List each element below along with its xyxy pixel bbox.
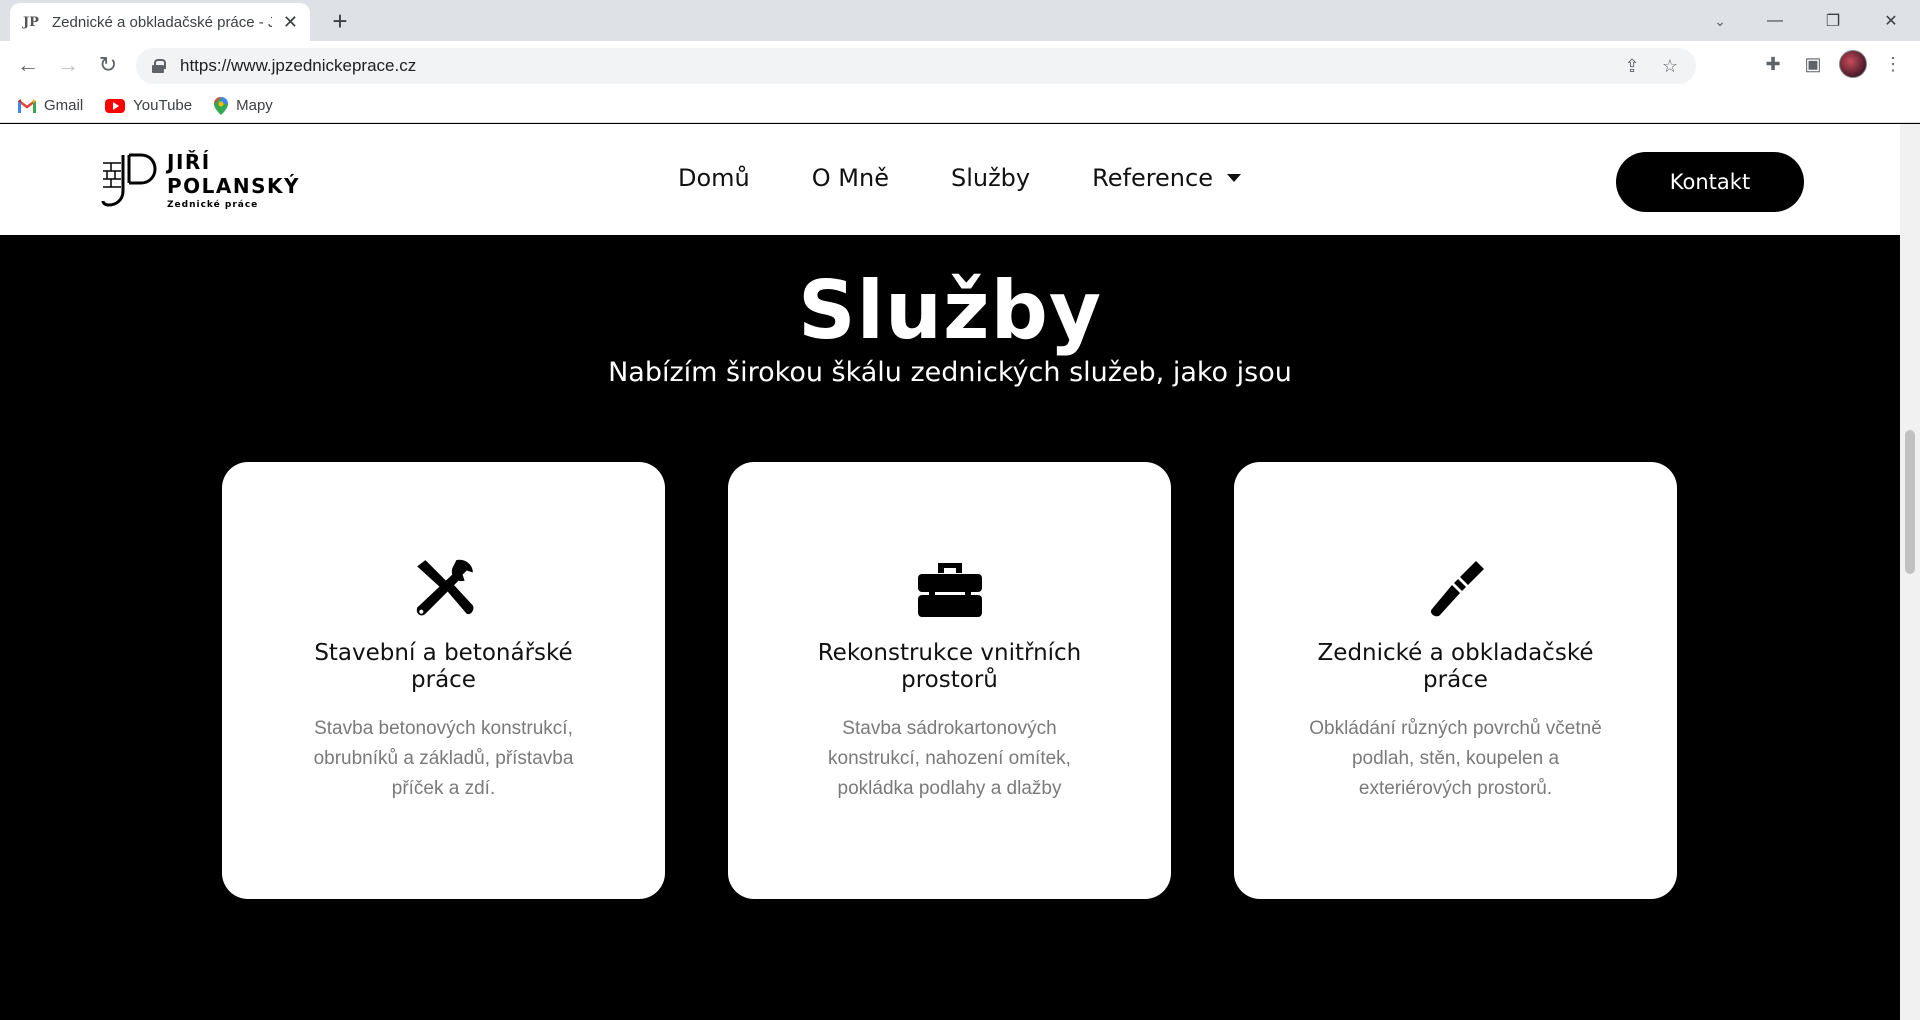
bookmark-gmail[interactable]: Gmail [18, 97, 83, 114]
service-card-tiling: Zednické a obkladačské práce Obkládání r… [1234, 462, 1677, 899]
avatar [1839, 50, 1867, 78]
logo-text: JIŘÍ POLANSKÝ Zednické práce [167, 150, 300, 210]
nav-link-reference-label: Reference [1092, 164, 1213, 192]
logo-tagline: Zednické práce [167, 200, 259, 210]
profile-avatar[interactable] [1836, 45, 1870, 83]
service-card-text: Obkládání různých povrchů včetně podlah,… [1309, 718, 1602, 799]
site-header: JIŘÍ POLANSKÝ Zednické práce Domů O Mně … [0, 124, 1900, 235]
menu-kebab-icon[interactable]: ⋮ [1876, 45, 1910, 83]
service-card-title: Stavební a betonářské práce [314, 640, 573, 693]
extensions-icon[interactable]: ✚ [1756, 45, 1790, 83]
url-text[interactable]: https://www.jpzednickeprace.cz [180, 56, 416, 76]
logo-name-line1: JIŘÍ [167, 150, 211, 174]
maps-icon [214, 96, 229, 115]
site-logo[interactable]: JIŘÍ POLANSKÝ Zednické práce [101, 150, 300, 210]
logo-name-line2: POLANSKÝ [167, 174, 301, 198]
nav-link-sluzby[interactable]: Služby [951, 164, 1030, 192]
new-tab-button[interactable]: + [325, 6, 355, 36]
minimize-icon[interactable]: — [1746, 0, 1804, 41]
caret-down-icon [1226, 174, 1241, 182]
scrollbar-thumb[interactable] [1905, 430, 1915, 574]
toolbox-icon [915, 554, 985, 624]
service-card-text: Stavba sádrokartonových konstrukcí, naho… [828, 718, 1071, 799]
page-scrollbar[interactable] [1900, 124, 1920, 1020]
bookmark-star-icon[interactable]: ☆ [1658, 54, 1682, 78]
main-nav: Domů O Mně Služby Reference [678, 164, 1241, 192]
bookmark-label: Mapy [236, 97, 273, 114]
tab-search-icon[interactable]: ⌄ [1705, 6, 1735, 36]
browser-tabstrip: JP Zednické a obkladačské práce - J ✕ + … [0, 0, 1920, 41]
nav-link-domu[interactable]: Domů [678, 164, 750, 192]
close-window-icon[interactable]: ✕ [1862, 0, 1920, 41]
close-tab-icon[interactable]: ✕ [283, 12, 298, 33]
bookmark-mapy[interactable]: Mapy [214, 96, 273, 115]
lock-icon[interactable] [152, 59, 166, 73]
tools-icon [409, 554, 479, 624]
nav-link-reference[interactable]: Reference [1092, 164, 1241, 192]
service-card-text: Stavba betonových konstrukcí, obrubníků … [313, 718, 574, 799]
bookmarks-bar: Gmail YouTube Mapy [0, 89, 1920, 123]
service-card-construction: Stavební a betonářské práce Stavba beton… [222, 462, 665, 899]
youtube-icon [105, 98, 126, 113]
back-icon[interactable]: ← [8, 45, 48, 85]
restore-icon[interactable]: ❐ [1804, 0, 1862, 41]
bookmark-youtube[interactable]: YouTube [105, 97, 192, 114]
services-subtitle: Nabízím širokou škálu zednických služeb,… [608, 357, 1292, 388]
service-card-reconstruction: Rekonstrukce vnitřních prostorů Stavba s… [728, 462, 1171, 899]
bookmark-label: YouTube [133, 97, 193, 114]
page-viewport: JIŘÍ POLANSKÝ Zednické práce Domů O Mně … [0, 124, 1900, 1020]
bookmark-label: Gmail [44, 97, 84, 114]
share-icon[interactable]: ⇪ [1620, 54, 1644, 78]
contact-button[interactable]: Kontakt [1616, 152, 1804, 212]
screwdriver-icon [1421, 554, 1491, 624]
services-title: Služby [798, 264, 1102, 357]
nav-link-o-mne[interactable]: O Mně [812, 164, 889, 192]
window-controls: — ❐ ✕ [1746, 0, 1920, 41]
address-bar[interactable]: https://www.jpzednickeprace.cz ⇪ ☆ [136, 48, 1696, 84]
site-favicon-icon: JP [23, 14, 39, 30]
reload-icon[interactable]: ↻ [88, 45, 128, 85]
browser-toolbar: ← → ↻ https://www.jpzednickeprace.cz ⇪ ☆… [0, 41, 1920, 89]
gmail-icon [18, 98, 36, 113]
tab-title: Zednické a obkladačské práce - J [52, 13, 272, 31]
side-panel-icon[interactable]: ▣ [1796, 45, 1830, 83]
service-card-title: Zednické a obkladačské práce [1317, 640, 1594, 693]
browser-tab[interactable]: JP Zednické a obkladačské práce - J ✕ [10, 3, 310, 41]
service-card-title: Rekonstrukce vnitřních prostorů [817, 640, 1082, 693]
forward-icon[interactable]: → [48, 45, 88, 85]
jp-logo-icon [101, 153, 157, 207]
